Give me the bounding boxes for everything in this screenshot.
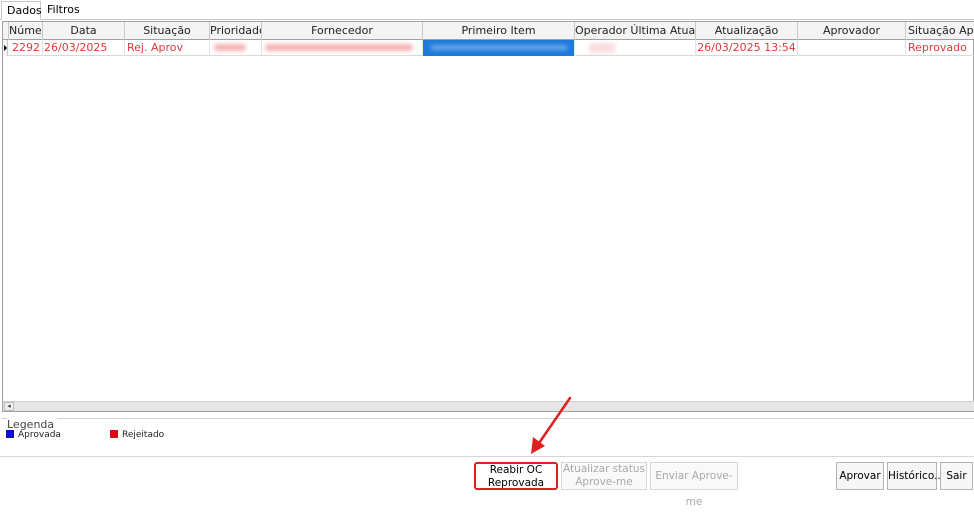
row-selector[interactable] bbox=[3, 40, 8, 56]
scroll-left-icon[interactable]: ◂ bbox=[4, 402, 14, 411]
cell-operador[interactable] bbox=[575, 40, 696, 56]
column-header-situacao[interactable]: Situação bbox=[125, 22, 210, 40]
atualizar-status-button[interactable]: Atualizar status Aprove-me bbox=[561, 462, 647, 490]
cell-fornecedor[interactable] bbox=[262, 40, 423, 56]
legend-item-aprovada: Aprovada bbox=[6, 430, 61, 440]
column-header-aprovador[interactable]: Aprovador bbox=[798, 22, 906, 40]
cell-aprovador[interactable] bbox=[798, 40, 906, 56]
cell-numero[interactable]: 2292 bbox=[9, 40, 43, 56]
column-header-primeiro-item[interactable]: Primeiro Item bbox=[423, 22, 575, 40]
reabrir-oc-reprovada-button[interactable]: Reabir OC Reprovada bbox=[474, 462, 558, 490]
legend-item-rejeitado: Rejeitado bbox=[110, 430, 164, 440]
atualizar-label-1: Atualizar status bbox=[563, 463, 645, 475]
column-header-operador[interactable]: Operador Última Atualização bbox=[575, 22, 696, 40]
action-bar: Reabir OC Reprovada Atualizar status Apr… bbox=[0, 456, 974, 508]
column-header-data[interactable]: Data bbox=[43, 22, 125, 40]
tab-dados[interactable]: Dados bbox=[1, 1, 42, 20]
legend-swatch-red bbox=[110, 430, 118, 438]
cell-prioridade[interactable] bbox=[210, 40, 262, 56]
redacted-fornecedor bbox=[265, 44, 413, 51]
horizontal-scrollbar[interactable]: ◂ bbox=[3, 401, 974, 411]
column-header-atualizacao[interactable]: Atualização bbox=[696, 22, 798, 40]
legend-swatch-blue bbox=[6, 430, 14, 438]
tab-strip: Dados Filtros bbox=[0, 0, 974, 20]
redacted-primeiro-item bbox=[423, 40, 574, 56]
cell-primeiro-item[interactable] bbox=[423, 40, 575, 56]
column-header-situacao-aprovacao[interactable]: Situação Aprovação bbox=[906, 22, 974, 40]
reabrir-label-2: Reprovada bbox=[487, 477, 545, 489]
data-grid[interactable]: Número Data Situação Prioridade Forneced… bbox=[2, 21, 974, 412]
cell-atualizacao[interactable]: 26/03/2025 13:54 bbox=[696, 40, 798, 56]
aprovar-button[interactable]: Aprovar bbox=[836, 462, 884, 490]
cell-data[interactable]: 26/03/2025 bbox=[43, 40, 125, 56]
redacted-operador bbox=[589, 43, 615, 53]
table-row[interactable]: 2292 26/03/2025 Rej. Aprov 26/03/2025 13… bbox=[3, 40, 974, 56]
cell-situacao-aprovacao[interactable]: Reprovado bbox=[906, 40, 974, 56]
column-header-prioridade[interactable]: Prioridade bbox=[210, 22, 262, 40]
grid-header: Número Data Situação Prioridade Forneced… bbox=[3, 22, 974, 40]
atualizar-label-2: Aprove-me bbox=[575, 476, 633, 488]
column-header-fornecedor[interactable]: Fornecedor bbox=[262, 22, 423, 40]
redacted-prioridade bbox=[214, 44, 246, 51]
tab-filtros[interactable]: Filtros bbox=[42, 1, 80, 20]
reabrir-label-1: Reabir OC bbox=[489, 464, 543, 476]
enviar-aprove-me-button[interactable]: Enviar Aprove-me bbox=[650, 462, 738, 508]
cell-situacao[interactable]: Rej. Aprov bbox=[125, 40, 210, 56]
legend-label-rejeitado: Rejeitado bbox=[122, 430, 165, 440]
legend-label-aprovada: Aprovada bbox=[18, 430, 61, 440]
legend: Legenda Aprovada Rejeitado bbox=[2, 418, 974, 454]
historico-button[interactable]: Histórico... bbox=[887, 462, 944, 490]
sair-button[interactable]: Sair bbox=[940, 462, 973, 490]
column-header-numero[interactable]: Número bbox=[9, 22, 43, 40]
